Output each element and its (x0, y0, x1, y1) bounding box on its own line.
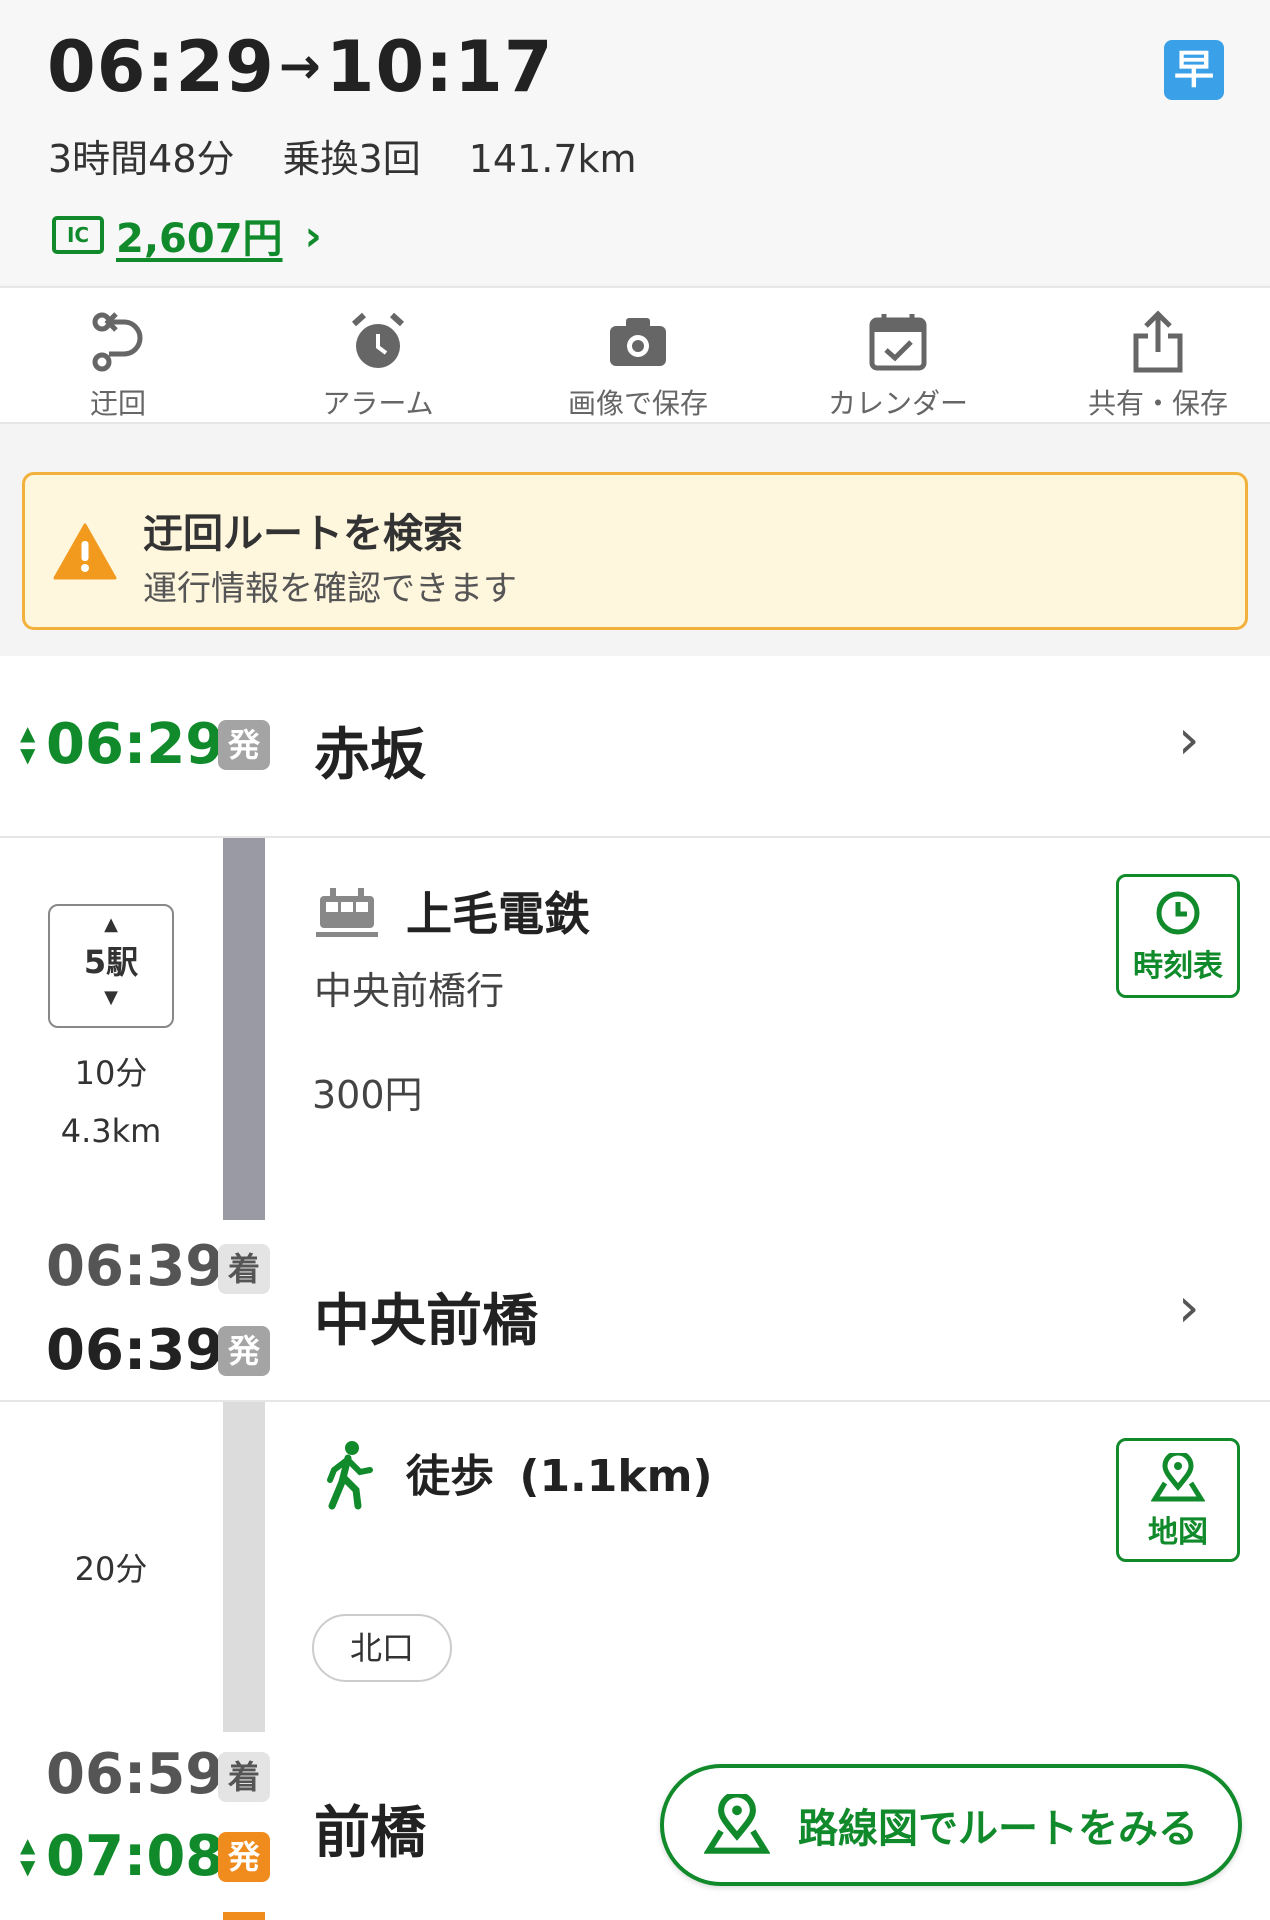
train-icon (316, 888, 378, 937)
route-summary-header: 06:29→10:17 早 3時間48分 乗換3回 141.7km IC 2,607… (0, 0, 1270, 284)
train-segment: ▲ 5駅 ▼ 10分 4.3km 上毛電鉄 中央前橋行 300円 時刻表 (0, 836, 1270, 1222)
transfers: 乗換3回 (282, 137, 421, 181)
calendar-check-icon (869, 314, 927, 371)
arrival-tag: 着 (218, 1244, 270, 1294)
walk-segment: 20分 徒歩 (1.1km) 地図 北口 (0, 1400, 1270, 1734)
ic-card-icon: IC (52, 216, 104, 254)
chevron-right-icon: › (304, 210, 322, 260)
arrival-time: 06:39 (46, 1234, 225, 1299)
fare-amount: 2,607円 (116, 216, 283, 262)
action-toolbar: 迂回 アラーム 画像で保存 カレンダー 共有・保存 (0, 286, 1270, 424)
time-adjust-icon[interactable]: ▲ ▼ (20, 722, 35, 766)
route-meta: 3時間48分 乗換3回 141.7km (48, 128, 685, 183)
walk-bar (223, 1402, 265, 1732)
alarm-label: アラーム (322, 387, 434, 420)
walking-person-icon (327, 1441, 373, 1510)
map-button[interactable]: 地図 (1116, 1438, 1240, 1562)
map-pin-icon (1151, 1453, 1205, 1502)
timetable-button[interactable]: 時刻表 (1116, 874, 1240, 998)
arrow: → (278, 37, 322, 95)
segment-fare: 300円 (312, 1073, 423, 1117)
line-name: 上毛電鉄 (406, 887, 590, 941)
station-row-start[interactable]: ▲ ▼ 06:29 発 赤坂 › (0, 656, 1270, 836)
departure-tag: 発 (218, 1326, 270, 1376)
fare-link[interactable]: IC 2,607円 › (52, 206, 322, 264)
map-pin-icon (704, 1794, 770, 1854)
departure-time: 06:39 (46, 1318, 225, 1383)
chevron-right-icon: › (1178, 1276, 1200, 1339)
calendar-button[interactable]: カレンダー (798, 310, 998, 422)
stations-count-toggle[interactable]: ▲ 5駅 ▼ (48, 904, 174, 1028)
distance: 141.7km (468, 137, 637, 181)
departure-time: 07:08 (46, 1824, 225, 1889)
line-color-bar (223, 838, 265, 1220)
departure-tag: 発 (218, 1832, 270, 1882)
map-label: 地図 (1148, 1515, 1208, 1550)
camera-icon (610, 318, 666, 366)
stations-count: 5駅 (83, 943, 139, 981)
chevron-right-icon: › (1178, 708, 1200, 771)
save-image-button[interactable]: 画像で保存 (538, 310, 738, 422)
walk-label: 徒歩 (1.1km) (406, 1440, 713, 1504)
detour-icon (92, 312, 143, 372)
detour-label: 迂回 (89, 387, 146, 420)
exit-chip[interactable]: 北口 (312, 1614, 452, 1682)
depart-time: 06:29 (47, 26, 275, 108)
chevron-down-icon: ▼ (104, 987, 118, 1008)
walk-text: 徒歩 (406, 1451, 494, 1502)
timetable-label: 時刻表 (1133, 949, 1223, 984)
calendar-label: カレンダー (827, 387, 968, 420)
detour-button[interactable]: 迂回 (18, 310, 218, 422)
route-map-button[interactable]: 路線図でルートをみる (660, 1764, 1242, 1886)
segment-distance: 4.3km (60, 1112, 162, 1150)
fastest-badge: 早 (1164, 40, 1224, 100)
save-image-label: 画像で保存 (567, 387, 708, 420)
arrival-time: 06:59 (46, 1742, 225, 1807)
share-label: 共有・保存 (1087, 387, 1228, 420)
departure-tag: 発 (218, 720, 270, 770)
alert-subtitle: 運行情報を確認できます (143, 569, 517, 609)
share-button[interactable]: 共有・保存 (1058, 310, 1258, 422)
route-time-range: 06:29→10:17 (47, 26, 554, 108)
next-line-color-bar (223, 1912, 265, 1920)
warning-icon (53, 523, 117, 580)
station-row-transfer-1[interactable]: 06:39 着 06:39 発 中央前橋 › (0, 1220, 1270, 1400)
walk-duration: 20分 (74, 1550, 148, 1588)
departure-time: 06:29 (46, 712, 225, 777)
alarm-clock-icon (351, 312, 405, 368)
share-icon (1133, 310, 1183, 373)
station-name: 赤坂 (314, 723, 426, 788)
alarm-button[interactable]: アラーム (278, 310, 478, 422)
station-name: 中央前橋 (314, 1289, 538, 1354)
station-name: 前橋 (314, 1801, 426, 1866)
walk-distance: (1.1km) (519, 1451, 713, 1502)
duration: 3時間48分 (48, 137, 235, 181)
arrival-tag: 着 (218, 1752, 270, 1802)
segment-duration: 10分 (74, 1054, 148, 1092)
clock-icon (1156, 891, 1200, 935)
alert-title: 迂回ルートを検索 (143, 511, 463, 557)
direction: 中央前橋行 (314, 969, 505, 1013)
time-adjust-icon[interactable]: ▲ ▼ (20, 1834, 35, 1878)
route-map-label: 路線図でルートをみる (798, 1806, 1198, 1852)
detour-alert-banner[interactable]: 迂回ルートを検索 運行情報を確認できます (22, 472, 1248, 630)
chevron-up-icon: ▲ (104, 914, 118, 935)
arrive-time: 10:17 (325, 26, 554, 108)
